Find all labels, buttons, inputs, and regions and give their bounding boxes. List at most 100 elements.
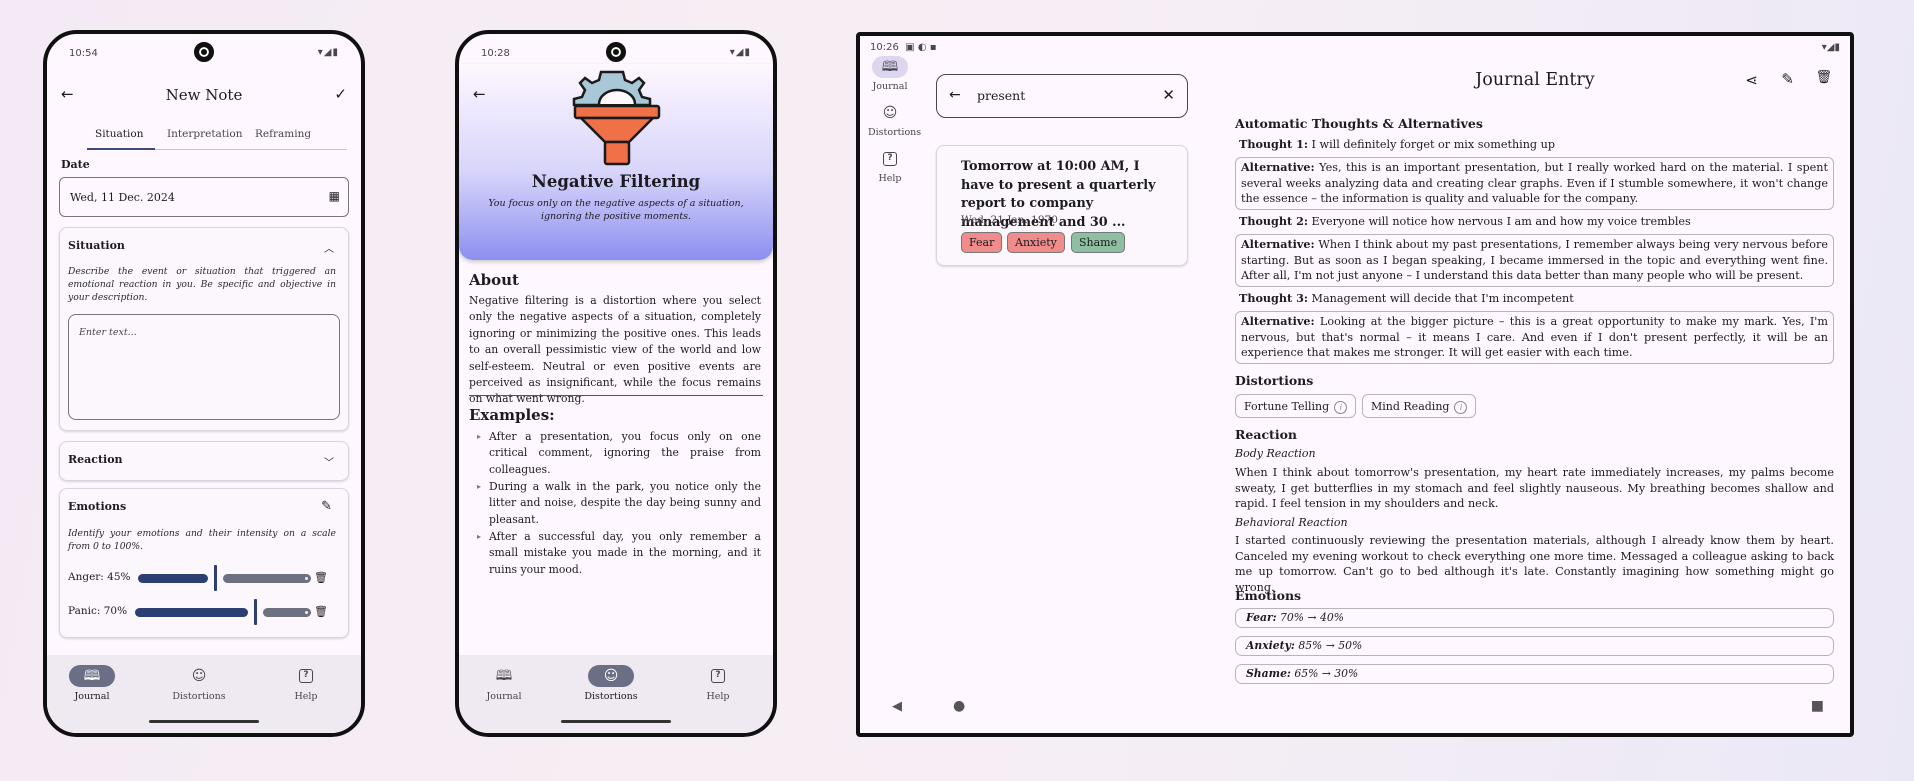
situation-input[interactable]: Enter text... (68, 314, 340, 420)
alternative-box: Alternative: When I think about my past … (1235, 234, 1834, 287)
emotion-chip: Anxiety (1007, 232, 1065, 253)
edit-icon[interactable]: ✎ (321, 499, 332, 514)
emotion-change: 65% → 30% (1290, 667, 1359, 680)
date-field[interactable]: Wed, 11 Dec. 2024 ▦ (59, 177, 349, 217)
status-bar-left: 10:26 ▣ ◐ ▪ (870, 42, 937, 53)
trash-icon[interactable]: 🗑 (314, 605, 328, 618)
info-icon[interactable]: i (1454, 401, 1468, 414)
alternative-text: Looking at the bigger picture – this is … (1241, 315, 1828, 359)
chevron-down-icon[interactable]: ﹀ (324, 454, 334, 469)
alternative-label: Alternative: (1241, 314, 1315, 328)
nav-label: Distortions (584, 691, 638, 702)
emotion-chip: Fear (961, 232, 1003, 253)
thought-text: I will definitely forget or mix somethin… (1308, 138, 1556, 151)
examples-heading: Examples: (469, 406, 555, 424)
camera-cutout (606, 42, 626, 62)
slider-thumb[interactable] (214, 565, 217, 591)
slider-thumb[interactable] (254, 599, 257, 625)
distortion-subtitle: You focus only on the negative aspects o… (488, 198, 744, 222)
emotions-heading: Emotions (1235, 588, 1302, 603)
help-icon: ? (299, 669, 313, 683)
check-icon[interactable]: ✓ (334, 87, 347, 102)
reaction-card[interactable]: Reaction ﹀ (59, 441, 349, 481)
home-circle-icon[interactable]: ● (953, 698, 965, 714)
distortion-label: Fortune Telling (1244, 400, 1330, 413)
tab-interpretation[interactable]: Interpretation (167, 128, 242, 140)
about-text: Negative filtering is a distortion where… (469, 294, 761, 406)
tab-situation[interactable]: Situation (95, 128, 143, 140)
nav-journal[interactable]: 🕮 Journal (47, 665, 137, 702)
phone-new-note: 10:54 ▾◢▮ ← New Note ✓ Situation Interpr… (43, 30, 365, 737)
hero-header (459, 64, 773, 260)
alternative-text: When I think about my past presentations… (1241, 238, 1828, 282)
section-divider (469, 395, 763, 396)
calendar-icon[interactable]: ▦ (329, 189, 340, 203)
emotion-chip: Shame (1071, 232, 1126, 253)
system-navigation-bar: ◀ ● ■ (860, 685, 1850, 733)
distortion-title: Negative Filtering (531, 172, 701, 191)
thought-line: Thought 3: Management will decide that I… (1239, 291, 1834, 307)
filter-gear-icon (572, 70, 661, 166)
emotion-row: Anger: 45% 🗑 (68, 565, 340, 591)
emotion-name: Shame: (1246, 667, 1291, 680)
emotions-title: Emotions (68, 500, 127, 513)
nav-distortions[interactable]: ☺ Distortions (566, 665, 656, 702)
alternative-text: Yes, this is an important presentation, … (1241, 161, 1828, 205)
alternative-box: Alternative: Yes, this is an important p… (1235, 157, 1834, 210)
recents-square-icon[interactable]: ■ (1811, 698, 1824, 714)
body-reaction-label: Body Reaction (1235, 447, 1316, 460)
slider-inactive-track[interactable] (223, 574, 311, 583)
distortion-chip[interactable]: Fortune Telling i (1235, 394, 1357, 418)
example-item: After a successful day, you only remembe… (477, 529, 761, 578)
search-result-card[interactable]: Tomorrow at 10:00 AM, I have to present … (936, 145, 1188, 266)
journal-icon: 🕮 (83, 668, 101, 684)
head-icon: ☺ (882, 105, 898, 121)
status-icons: ▾◢▮ (317, 47, 339, 58)
emotion-change-item: Anxiety: 85% → 50% (1235, 636, 1834, 656)
tab-reframing[interactable]: Reframing (255, 128, 311, 140)
share-icon[interactable]: ⋖ (1745, 71, 1758, 89)
emotion-change: 70% → 40% (1276, 611, 1344, 624)
home-indicator[interactable] (561, 720, 671, 723)
thought-label: Thought 1: (1239, 137, 1308, 151)
search-input[interactable]: present (977, 88, 1025, 103)
trash-icon[interactable]: 🗑 (314, 571, 328, 584)
behavioral-reaction-label: Behavioral Reaction (1235, 516, 1348, 529)
slider-active-track[interactable] (135, 608, 248, 617)
arrow-left-icon[interactable]: ← (473, 87, 486, 102)
help-icon: ? (883, 152, 897, 166)
status-icons: ▾◢▮ (1821, 42, 1840, 53)
emotion-label: Panic: 70% (68, 605, 128, 617)
rail-distortions[interactable]: ☺ Distortions (868, 102, 921, 138)
rail-help[interactable]: ? Help (868, 148, 912, 184)
info-icon[interactable]: i (1334, 401, 1348, 414)
thought-label: Thought 3: (1239, 291, 1308, 305)
thought-label: Thought 2: (1239, 214, 1308, 228)
example-item: During a walk in the park, you notice on… (477, 479, 761, 528)
nav-distortions[interactable]: ☺ Distortions (154, 665, 244, 702)
date-value: Wed, 11 Dec. 2024 (70, 191, 175, 204)
tablet-journal-entry: 10:26 ▣ ◐ ▪ ▾◢▮ 🕮 Journal ☺ Distortions … (856, 32, 1854, 737)
situation-card: Situation ︿ Describe the event or situat… (59, 227, 349, 431)
reaction-title: Reaction (68, 453, 123, 466)
slider-active-track[interactable] (138, 574, 208, 583)
head-icon: ☺ (191, 668, 207, 684)
nav-label: Help (706, 691, 730, 702)
chevron-up-icon[interactable]: ︿ (324, 240, 334, 255)
emotion-change-item: Fear: 70% → 40% (1235, 608, 1834, 628)
emotions-hint: Identify your emotions and their intensi… (68, 528, 336, 552)
nav-help[interactable]: ? Help (261, 665, 351, 702)
distortion-chip[interactable]: Mind Reading i (1362, 394, 1477, 418)
edit-icon[interactable]: ✎ (1781, 70, 1794, 88)
nav-journal[interactable]: 🕮 Journal (459, 665, 549, 702)
alternative-box: Alternative: Looking at the bigger pictu… (1235, 311, 1834, 364)
slider-inactive-track[interactable] (263, 608, 311, 617)
trash-icon[interactable]: 🗑 (1815, 70, 1832, 85)
entry-title: Journal Entry (1475, 70, 1595, 90)
thought-text: Management will decide that I'm incompet… (1308, 292, 1574, 305)
home-indicator[interactable] (149, 720, 259, 723)
back-triangle-icon[interactable]: ◀ (892, 699, 902, 714)
phone-distortion-detail: 10:28 ▾◢▮ ← Negative Filtering You focus… (455, 30, 777, 737)
nav-help[interactable]: ? Help (673, 665, 763, 702)
thoughts-heading: Automatic Thoughts & Alternatives (1235, 116, 1483, 131)
